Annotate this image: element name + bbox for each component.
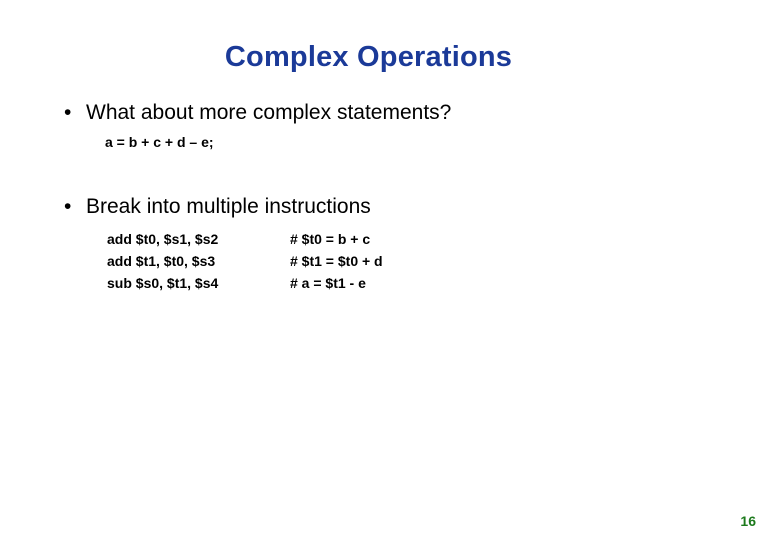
- bullet-item-2: • Break into multiple instructions: [64, 194, 371, 220]
- code-instruction: add $t0, $s1, $s2: [107, 231, 219, 247]
- bullet-dot-icon: •: [64, 195, 72, 218]
- code-row: sub $s0, $t1, $s4 # a = $t1 - e: [107, 272, 383, 294]
- bullet-item-1-label: What about more complex statements?: [86, 101, 452, 124]
- code-instruction: add $t1, $t0, $s3: [107, 253, 216, 269]
- code-comment: # $t0 = b + c: [290, 231, 371, 247]
- bullet-item-1: • What about more complex statements?: [64, 100, 451, 126]
- slide-canvas: Complex Operations • What about more com…: [0, 0, 780, 540]
- code-row: add $t1, $t0, $s3 # $t1 = $t0 + d: [107, 250, 383, 272]
- bullet-dot-icon: •: [64, 101, 72, 124]
- expression-statement: a = b + c + d – e;: [105, 134, 214, 150]
- assembly-code-block: add $t0, $s1, $s2 # $t0 = b + c add $t1,…: [107, 228, 383, 294]
- code-row: add $t0, $s1, $s2 # $t0 = b + c: [107, 228, 383, 250]
- code-comment: # a = $t1 - e: [290, 275, 366, 291]
- bullet-item-2-label: Break into multiple instructions: [86, 195, 371, 218]
- code-instruction: sub $s0, $t1, $s4: [107, 275, 219, 291]
- page-number: 16: [740, 513, 756, 529]
- code-comment: # $t1 = $t0 + d: [290, 253, 383, 269]
- slide-body: • What about more complex statements? a …: [0, 0, 780, 540]
